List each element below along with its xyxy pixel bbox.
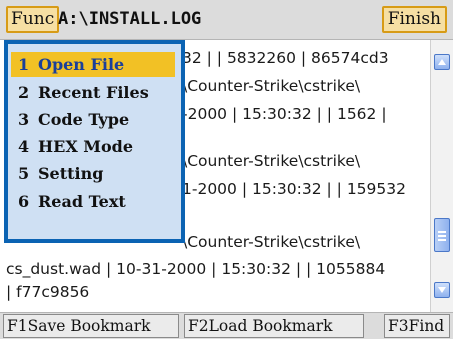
- load-bookmark-button[interactable]: F2Load Bookmark: [184, 314, 364, 338]
- arrow-down-icon[interactable]: [434, 282, 450, 298]
- menu-item-label: Read Text: [38, 192, 126, 211]
- func-menu-panel: 1 Open File 2 Recent Files 3 Code Type 4 HEX…: [8, 44, 181, 239]
- menu-item-label: HEX Mode: [38, 137, 134, 156]
- menu-item-label: Recent Files: [38, 83, 149, 102]
- func-button[interactable]: Func: [6, 6, 60, 33]
- menu-item-recent-files[interactable]: 2 Recent Files: [11, 80, 175, 105]
- thumb-grip-line: [438, 235, 446, 237]
- menu-item-label: Open File: [38, 55, 125, 74]
- thumb-grip-line: [438, 239, 446, 241]
- menu-item-number: 4: [18, 137, 30, 156]
- save-bookmark-button[interactable]: F1Save Bookmark: [3, 314, 179, 338]
- text-line: | f77c9856: [6, 283, 90, 301]
- file-path-title: A:\INSTALL.LOG: [58, 9, 202, 29]
- text-line: 32 | | 5832260 | 86574cd3: [182, 49, 389, 67]
- func-menu: 1 Open File 2 Recent Files 3 Code Type 4 HEX…: [4, 40, 185, 243]
- text-line: -2000 | 15:30:32 | | 1562 |: [182, 105, 387, 123]
- menu-item-number: 2: [18, 83, 30, 102]
- menu-item-number: 1: [18, 55, 30, 74]
- text-line: 1-2000 | 15:30:32 | | 159532: [182, 180, 406, 198]
- title-bar: Func A:\INSTALL.LOG Finish: [0, 0, 453, 40]
- menu-item-label: Code Type: [38, 110, 130, 129]
- text-line: \Counter-Strike\cstrike\: [182, 77, 361, 95]
- vertical-scrollbar[interactable]: [430, 40, 453, 312]
- text-line: cs_dust.wad | 10-31-2000 | 15:30:32 | | …: [6, 260, 386, 278]
- thumb-grip-line: [438, 231, 446, 233]
- find-button[interactable]: F3Find: [384, 314, 450, 338]
- menu-item-number: 3: [18, 110, 30, 129]
- function-key-bar: F1Save Bookmark F2Load Bookmark F3Find: [0, 312, 453, 339]
- text-line: \Counter-Strike\cstrike\: [182, 152, 361, 170]
- scroll-thumb[interactable]: [434, 218, 450, 252]
- menu-item-label: Setting: [38, 164, 104, 183]
- finish-button[interactable]: Finish: [381, 6, 447, 33]
- text-line: \Counter-Strike\cstrike\: [182, 233, 361, 251]
- menu-item-read-text[interactable]: 6 Read Text: [11, 189, 175, 214]
- menu-item-setting[interactable]: 5 Setting: [11, 161, 175, 186]
- arrow-up-icon[interactable]: [434, 54, 450, 70]
- menu-item-number: 6: [18, 192, 30, 211]
- menu-item-open-file[interactable]: 1 Open File: [11, 52, 175, 77]
- menu-item-code-type[interactable]: 3 Code Type: [11, 107, 175, 132]
- menu-item-hex-mode[interactable]: 4 HEX Mode: [11, 134, 175, 159]
- menu-item-number: 5: [18, 164, 30, 183]
